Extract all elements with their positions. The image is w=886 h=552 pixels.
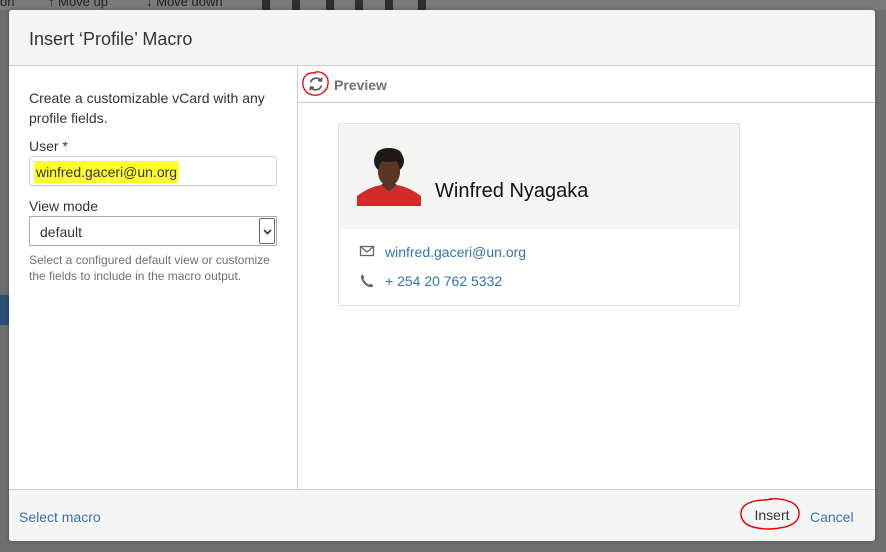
toolbar-block	[418, 0, 426, 10]
toolbar-block	[355, 0, 363, 10]
select-macro-link[interactable]: Select macro	[19, 509, 101, 525]
cancel-button[interactable]: Cancel	[810, 509, 854, 525]
view-mode-value: default	[40, 224, 83, 240]
preview-label: Preview	[334, 77, 387, 93]
refresh-icon[interactable]	[304, 72, 328, 96]
macro-description: Create a customizable vCard with any pro…	[29, 90, 265, 126]
background-blue-bar	[0, 295, 9, 325]
email-link[interactable]: winfred.gaceri@un.org	[385, 244, 526, 260]
move-down-button: ↓ Move down	[146, 0, 223, 9]
background-toolbar-item: on	[0, 0, 15, 9]
dialog-title: Insert ‘Profile’ Macro	[29, 29, 193, 49]
phone-link[interactable]: + 254 20 762 5332	[385, 273, 502, 289]
view-mode-select[interactable]: default	[29, 216, 277, 246]
preview-toolbar: Preview	[298, 66, 875, 103]
view-mode-hint: Select a configured default view or cust…	[29, 253, 270, 283]
move-up-button: ↑ Move up	[48, 0, 108, 9]
phone-icon	[359, 273, 375, 294]
macro-parameters-panel: Create a customizable vCard with any pro…	[9, 66, 298, 489]
background-page	[0, 10, 9, 552]
toolbar-block	[326, 0, 334, 10]
dialog-footer: Select macro Insert Cancel	[9, 489, 875, 541]
user-input-value: winfred.gaceri@un.org	[34, 161, 180, 183]
preview-panel: Preview Winfred Nyagaka winfred.gaceri@u…	[298, 66, 875, 489]
chevron-down-icon[interactable]	[259, 218, 275, 244]
insert-button[interactable]: Insert	[744, 500, 800, 530]
user-label: User *	[29, 138, 68, 154]
insert-macro-dialog: Insert ‘Profile’ Macro Create a customiz…	[9, 10, 875, 541]
toolbar-block	[292, 0, 300, 10]
profile-name: Winfred Nyagaka	[435, 180, 589, 202]
profile-card: Winfred Nyagaka winfred.gaceri@un.org + …	[338, 123, 740, 306]
view-mode-label: View mode	[29, 198, 99, 214]
avatar	[357, 142, 421, 206]
dialog-header: Insert ‘Profile’ Macro	[9, 10, 875, 66]
background-toolbar: on ↑ Move up ↓ Move down	[0, 0, 886, 10]
user-input[interactable]: winfred.gaceri@un.org	[29, 156, 277, 186]
toolbar-block	[385, 0, 393, 10]
toolbar-block	[262, 0, 270, 10]
profile-card-header: Winfred Nyagaka	[339, 124, 739, 229]
envelope-icon	[359, 244, 375, 263]
